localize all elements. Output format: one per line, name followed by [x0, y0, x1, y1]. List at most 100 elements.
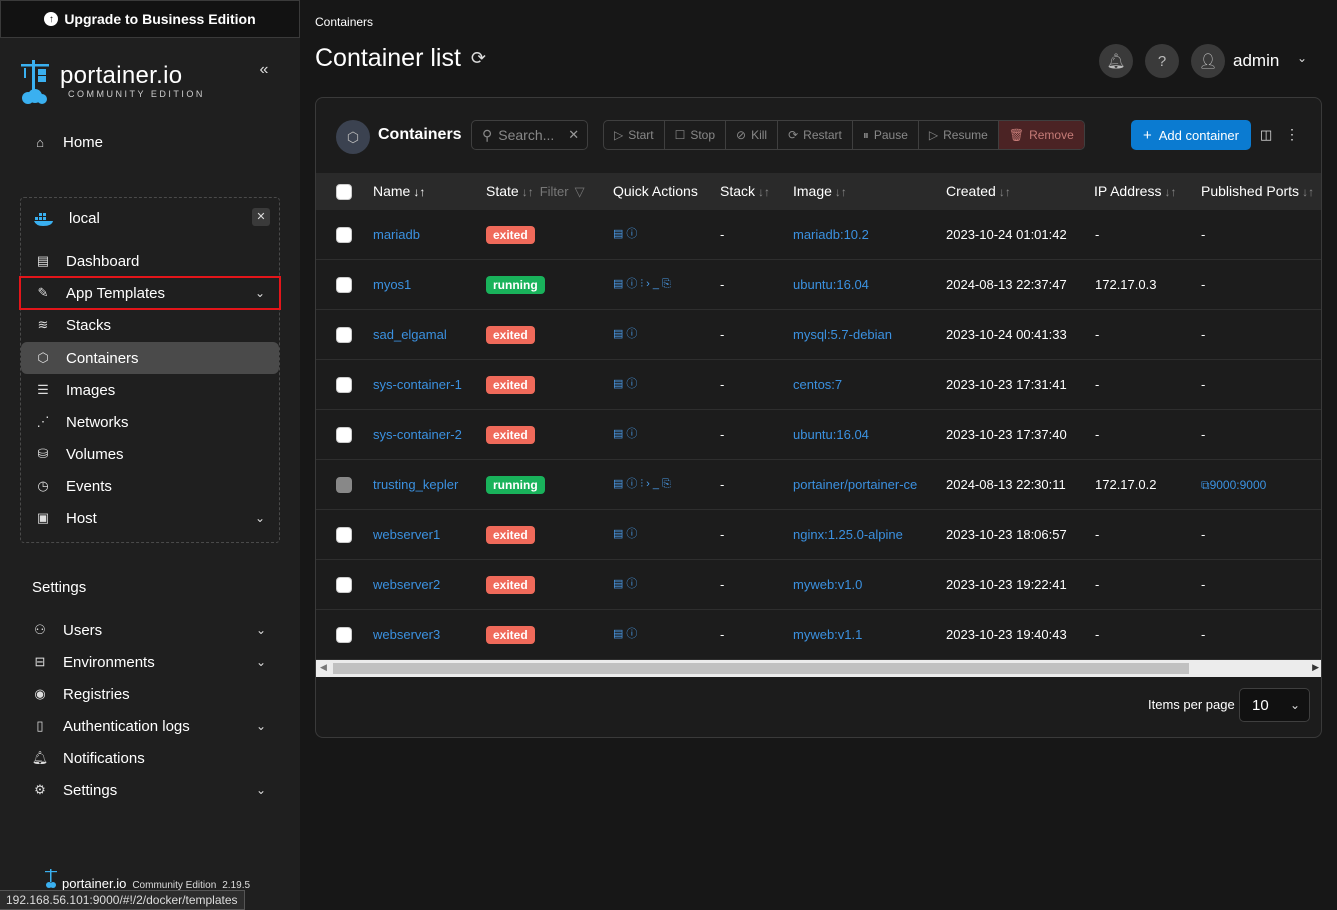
logs-icon[interactable]: ▤ — [613, 478, 626, 490]
container-name-link[interactable]: myos1 — [373, 277, 411, 292]
image-link[interactable]: ubuntu:16.04 — [793, 427, 869, 442]
scroll-right-icon[interactable]: ▶ — [1312, 662, 1319, 673]
row-checkbox[interactable] — [336, 227, 352, 243]
container-name-link[interactable]: webserver2 — [373, 577, 440, 592]
container-name-link[interactable]: sys-container-1 — [373, 377, 462, 392]
container-name-link[interactable]: webserver3 — [373, 627, 440, 642]
image-link[interactable]: nginx:1.25.0-alpine — [793, 527, 903, 542]
inspect-icon[interactable]: ⓘ — [626, 278, 640, 290]
row-checkbox[interactable] — [336, 277, 352, 293]
sidebar-item-environments[interactable]: ⊟ Environments ⌄ — [32, 650, 272, 674]
sidebar-item-notifications[interactable]: 🔔︎ Notifications — [32, 746, 272, 770]
inspect-icon[interactable]: ⓘ — [626, 478, 640, 490]
image-link[interactable]: mysql:5.7-debian — [793, 327, 892, 342]
restart-button[interactable]: ⟳ Restart — [778, 121, 853, 149]
container-name-link[interactable]: mariadb — [373, 227, 420, 242]
sidebar-item-stacks[interactable]: ≋ Stacks — [21, 309, 279, 341]
column-stack[interactable]: Stack ↓↑ — [720, 183, 770, 199]
column-created[interactable]: Created ↓↑ — [946, 183, 1011, 199]
inspect-icon[interactable]: ⓘ — [626, 578, 640, 590]
column-image[interactable]: Image ↓↑ — [793, 183, 847, 199]
image-link[interactable]: centos:7 — [793, 377, 842, 392]
resume-button[interactable]: ▷ Resume — [919, 121, 999, 149]
inspect-icon[interactable]: ⓘ — [626, 228, 640, 240]
image-link[interactable]: myweb:v1.1 — [793, 627, 862, 642]
logs-icon[interactable]: ▤ — [613, 428, 626, 440]
filter-icon[interactable]: ▽ — [575, 184, 585, 199]
row-checkbox[interactable] — [336, 577, 352, 593]
scroll-left-icon[interactable]: ◀ — [320, 662, 327, 673]
sidebar-item-app-templates[interactable]: ✎ App Templates ⌄ — [19, 276, 281, 310]
inspect-icon[interactable]: ⓘ — [626, 378, 640, 390]
image-link[interactable]: ubuntu:16.04 — [793, 277, 869, 292]
environment-title[interactable]: local — [33, 210, 100, 227]
logs-icon[interactable]: ▤ — [613, 528, 626, 540]
help-button[interactable]: ? — [1145, 44, 1179, 78]
sidebar-item-users[interactable]: ⚇ Users ⌄ — [32, 618, 272, 642]
console-icon[interactable]: ›_ — [646, 478, 662, 490]
row-checkbox[interactable] — [336, 427, 352, 443]
clear-search-icon[interactable]: ✕ — [568, 127, 579, 143]
sidebar-item-home[interactable]: ⌂ Home — [32, 134, 103, 151]
remove-button[interactable]: 🗑︎ Remove — [998, 121, 1084, 149]
container-name-link[interactable]: trusting_kepler — [373, 477, 458, 492]
logs-icon[interactable]: ▤ — [613, 578, 626, 590]
sidebar-item-authentication-logs[interactable]: ▯ Authentication logs ⌄ — [32, 714, 272, 738]
sidebar-item-host[interactable]: ▣ Host ⌄ — [21, 502, 279, 534]
upgrade-banner[interactable]: ↑ Upgrade to Business Edition — [0, 0, 300, 38]
user-avatar[interactable]: 👤︎ — [1191, 44, 1225, 78]
column-ip-address[interactable]: IP Address ↓↑ — [1094, 183, 1176, 199]
sidebar-item-volumes[interactable]: ⛁ Volumes — [21, 438, 279, 470]
add-container-button[interactable]: + Add container — [1131, 120, 1251, 150]
select-all-checkbox[interactable] — [336, 184, 352, 200]
column-state[interactable]: State ↓↑ Filter ▽ — [486, 183, 585, 200]
sidebar-item-settings[interactable]: ⚙ Settings ⌄ — [32, 778, 272, 802]
sidebar-item-containers[interactable]: ⬡ Containers — [21, 342, 279, 374]
image-link[interactable]: mariadb:10.2 — [793, 227, 869, 242]
logs-icon[interactable]: ▤ — [613, 378, 626, 390]
attach-icon[interactable]: ⎘ — [662, 278, 674, 290]
container-name-link[interactable]: webserver1 — [373, 527, 440, 542]
search-box[interactable]: ⚲ ✕ — [471, 120, 588, 150]
column-published-ports[interactable]: Published Ports ↓↑ — [1201, 183, 1314, 199]
column-name[interactable]: Name ↓↑ — [373, 183, 425, 199]
sidebar-item-networks[interactable]: ⋰ Networks — [21, 406, 279, 438]
sidebar-item-events[interactable]: ◷ Events — [21, 470, 279, 502]
image-link[interactable]: myweb:v1.0 — [793, 577, 862, 592]
row-checkbox[interactable] — [336, 527, 352, 543]
kill-button[interactable]: ⊘ Kill — [726, 121, 779, 149]
sidebar-item-registries[interactable]: ◉ Registries — [32, 682, 272, 706]
inspect-icon[interactable]: ⓘ — [626, 628, 640, 640]
container-name-link[interactable]: sad_elgamal — [373, 327, 447, 342]
row-checkbox[interactable] — [336, 627, 352, 643]
portainer-logo[interactable]: portainer.io COMMUNITY EDITION — [18, 58, 218, 106]
logs-icon[interactable]: ▤ — [613, 328, 626, 340]
horizontal-scrollbar[interactable]: ◀ ▶ — [316, 660, 1321, 677]
more-vertical-icon[interactable]: ⋮ — [1285, 126, 1299, 143]
close-environment-button[interactable]: ✕ — [252, 208, 270, 226]
attach-icon[interactable]: ⎘ — [662, 478, 674, 490]
row-checkbox[interactable] — [336, 327, 352, 343]
stop-button[interactable]: ☐ Stop — [665, 121, 727, 149]
pause-button[interactable]: ⏸︎ Pause — [853, 121, 919, 149]
chevron-down-icon[interactable]: ⌄ — [1297, 51, 1307, 65]
user-name[interactable]: admin — [1233, 51, 1279, 71]
row-checkbox[interactable] — [336, 377, 352, 393]
console-icon[interactable]: ›_ — [646, 278, 662, 290]
logs-icon[interactable]: ▤ — [613, 228, 626, 240]
state-filter-label[interactable]: Filter — [540, 184, 569, 199]
sidebar-item-dashboard[interactable]: ▤ Dashboard — [21, 245, 279, 277]
inspect-icon[interactable]: ⓘ — [626, 428, 640, 440]
sidebar-item-images[interactable]: ☰ Images — [21, 374, 279, 406]
search-input[interactable] — [498, 127, 567, 143]
refresh-icon[interactable]: ⟳ — [471, 48, 486, 69]
inspect-icon[interactable]: ⓘ — [626, 528, 640, 540]
start-button[interactable]: ▷ Start — [604, 121, 665, 149]
logs-icon[interactable]: ▤ — [613, 278, 626, 290]
image-link[interactable]: portainer/portainer-ce — [793, 477, 917, 492]
columns-icon[interactable]: ◫ — [1260, 127, 1272, 143]
inspect-icon[interactable]: ⓘ — [626, 328, 640, 340]
port-mapping[interactable]: 9000:9000 — [1210, 478, 1267, 492]
published-port-link[interactable]: ⧉9000:9000 — [1201, 477, 1266, 493]
container-name-link[interactable]: sys-container-2 — [373, 427, 462, 442]
